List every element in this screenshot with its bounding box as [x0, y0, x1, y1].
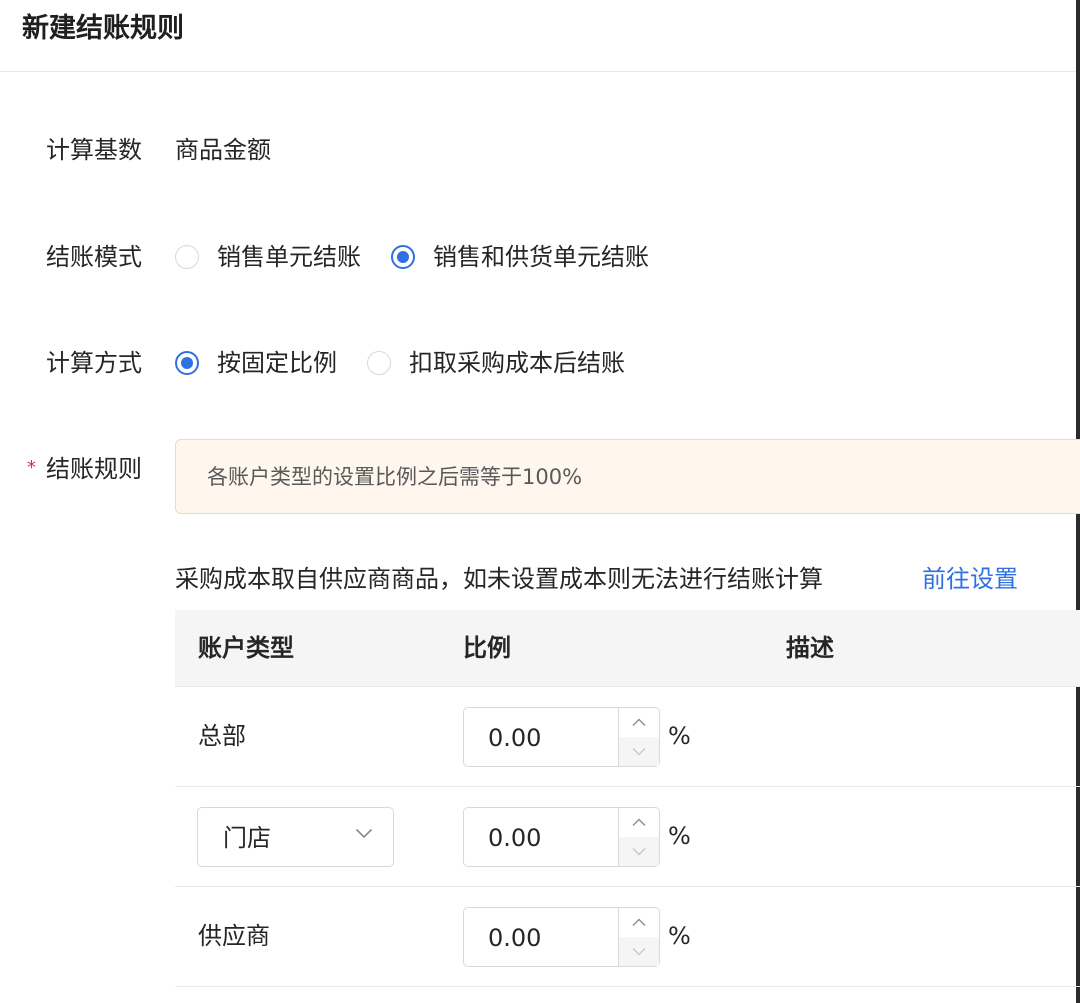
- percent-unit: %: [668, 822, 691, 850]
- table-header: 账户类型 比例 描述: [175, 610, 1080, 687]
- table-row: 供应商 0.00 %: [175, 887, 1080, 987]
- mode-label: 结账模式: [46, 243, 142, 271]
- radio-label: 扣取采购成本后结账: [409, 349, 625, 377]
- ratio-value[interactable]: 0.00: [488, 722, 541, 754]
- cost-note: 采购成本取自供应商商品，如未设置成本则无法进行结账计算: [175, 565, 823, 593]
- decrement-button[interactable]: [619, 837, 659, 866]
- chevron-up-icon: [632, 718, 646, 726]
- table-row: 总部 0.00 %: [175, 687, 1080, 787]
- required-mark: *: [27, 457, 36, 478]
- percent-unit: %: [668, 722, 691, 750]
- account-type-select[interactable]: 门店: [197, 807, 394, 867]
- base-value: 商品金额: [175, 136, 271, 164]
- radio-icon[interactable]: [175, 351, 199, 375]
- chevron-down-icon: [632, 848, 646, 856]
- table-row: 门店 0.00 %: [175, 787, 1080, 887]
- radio-icon[interactable]: [175, 245, 199, 269]
- increment-button[interactable]: [619, 908, 659, 938]
- alert-text: 各账户类型的设置比例之后需等于100%: [207, 465, 583, 489]
- column-header-ratio: 比例: [463, 634, 511, 662]
- mode-radio-group: 销售单元结账 销售和供货单元结账: [175, 241, 679, 273]
- warning-alert: 各账户类型的设置比例之后需等于100%: [175, 439, 1080, 514]
- chevron-up-icon: [632, 918, 646, 926]
- method-label: 计算方式: [46, 349, 142, 377]
- ratio-input[interactable]: 0.00: [463, 907, 660, 967]
- rules-label: 结账规则: [46, 455, 142, 483]
- radio-label: 销售单元结账: [217, 243, 361, 271]
- select-value: 门店: [223, 824, 271, 852]
- chevron-up-icon: [632, 818, 646, 826]
- account-type-cell: 总部: [198, 722, 246, 750]
- radio-icon[interactable]: [367, 351, 391, 375]
- ratio-stepper: [618, 908, 659, 966]
- decrement-button[interactable]: [619, 737, 659, 766]
- ratio-input[interactable]: 0.00: [463, 707, 660, 767]
- radio-sales-unit[interactable]: 销售单元结账: [175, 241, 361, 273]
- chevron-down-icon: [632, 948, 646, 956]
- ratio-value[interactable]: 0.00: [488, 822, 541, 854]
- ratio-input[interactable]: 0.00: [463, 807, 660, 867]
- account-type-cell: 供应商: [198, 922, 270, 950]
- radio-label: 按固定比例: [217, 349, 337, 377]
- chevron-down-icon: [632, 748, 646, 756]
- column-header-description: 描述: [786, 634, 834, 662]
- decrement-button[interactable]: [619, 937, 659, 966]
- radio-icon[interactable]: [391, 245, 415, 269]
- radio-label: 销售和供货单元结账: [433, 243, 649, 271]
- radio-fixed-ratio[interactable]: 按固定比例: [175, 347, 337, 379]
- column-header-account-type: 账户类型: [198, 634, 294, 662]
- chevron-down-icon: [355, 828, 373, 839]
- ratio-stepper: [618, 708, 659, 766]
- increment-button[interactable]: [619, 808, 659, 838]
- page-title: 新建结账规则: [22, 13, 184, 44]
- method-radio-group: 按固定比例 扣取采购成本后结账: [175, 347, 655, 379]
- page-header: 新建结账规则: [0, 0, 1076, 72]
- ratio-value[interactable]: 0.00: [488, 922, 541, 954]
- goto-settings-link[interactable]: 前往设置: [922, 562, 1018, 596]
- ratio-stepper: [618, 808, 659, 866]
- increment-button[interactable]: [619, 708, 659, 738]
- radio-deduct-cost[interactable]: 扣取采购成本后结账: [367, 347, 625, 379]
- radio-sales-and-supply-unit[interactable]: 销售和供货单元结账: [391, 241, 649, 273]
- rules-table: 账户类型 比例 描述 总部 0.00 % 门店 0.00 % 供应商 0.00 …: [175, 610, 1080, 987]
- base-label: 计算基数: [46, 136, 142, 164]
- percent-unit: %: [668, 922, 691, 950]
